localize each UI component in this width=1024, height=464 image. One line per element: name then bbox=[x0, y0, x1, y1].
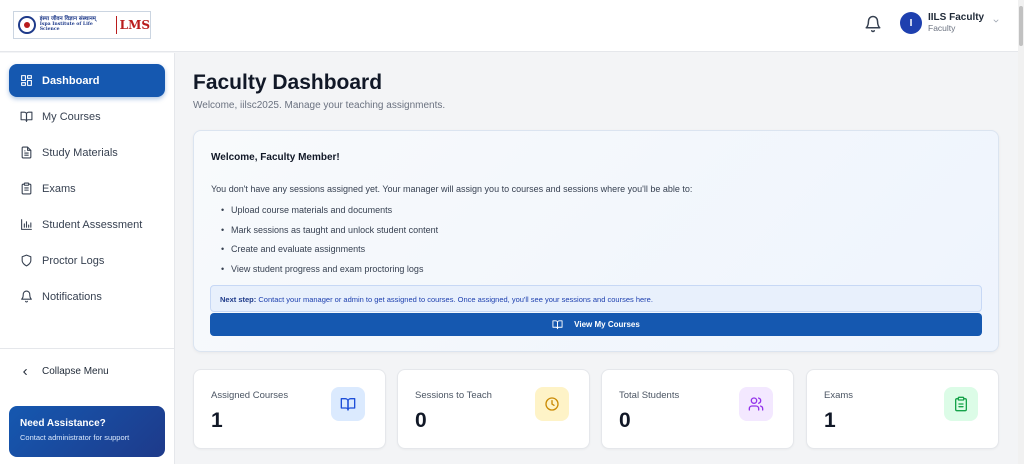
collapse-menu-button[interactable]: Collapse Menu bbox=[20, 366, 109, 377]
sidebar-item-label: Exams bbox=[42, 182, 76, 195]
institute-seal-icon bbox=[18, 16, 36, 34]
clock-icon bbox=[545, 397, 559, 411]
book-open-icon bbox=[552, 320, 563, 330]
clipboard-icon bbox=[21, 182, 32, 195]
stat-value: 1 bbox=[211, 409, 223, 432]
stat-card-assigned-courses[interactable]: Assigned Courses 1 bbox=[193, 369, 386, 449]
list-item: View student progress and exam proctorin… bbox=[221, 264, 438, 284]
file-text-icon bbox=[21, 146, 32, 159]
users-icon bbox=[748, 397, 764, 411]
sidebar-item-notifications[interactable]: Notifications bbox=[9, 280, 165, 313]
welcome-card-title: Welcome, Faculty Member! bbox=[211, 152, 340, 163]
book-open-icon bbox=[20, 111, 33, 122]
next-step-notice: Next step: Contact your manager or admin… bbox=[210, 285, 982, 312]
stat-card-sessions-to-teach[interactable]: Sessions to Teach 0 bbox=[397, 369, 590, 449]
page-title: Faculty Dashboard bbox=[193, 71, 383, 94]
view-my-courses-label: View My Courses bbox=[574, 320, 640, 329]
welcome-card: Welcome, Faculty Member! You don't have … bbox=[193, 130, 999, 352]
logo-lms-text: LMS bbox=[119, 18, 151, 32]
stat-icon-box bbox=[331, 387, 365, 421]
stat-label: Sessions to Teach bbox=[415, 390, 492, 401]
stat-card-total-students[interactable]: Total Students 0 bbox=[601, 369, 794, 449]
next-step-text: Contact your manager or admin to get ass… bbox=[258, 295, 653, 304]
sidebar-item-dashboard[interactable]: Dashboard bbox=[9, 64, 165, 97]
sidebar-item-label: Student Assessment bbox=[42, 218, 143, 231]
logo-english-text: Ispa Institute of Life Science bbox=[39, 22, 93, 32]
logo-divider bbox=[115, 16, 117, 34]
stat-label: Total Students bbox=[619, 390, 680, 401]
stat-label: Assigned Courses bbox=[211, 390, 289, 401]
stat-value: 0 bbox=[415, 409, 427, 432]
assistance-subtitle: Contact administrator for support bbox=[20, 433, 130, 442]
assistance-title: Need Assistance? bbox=[20, 418, 106, 429]
page-subtitle: Welcome, iilsc2025. Manage your teaching… bbox=[193, 100, 446, 111]
shield-icon bbox=[21, 254, 32, 267]
top-header: इंस्पा जीवन विज्ञान संस्थानम् Ispa Insti… bbox=[0, 0, 1018, 52]
sidebar-item-my-courses[interactable]: My Courses bbox=[9, 100, 165, 133]
chevron-down-icon bbox=[993, 19, 999, 23]
bar-chart-icon bbox=[21, 219, 32, 230]
stat-label: Exams bbox=[824, 390, 854, 401]
stat-icon-box bbox=[944, 387, 978, 421]
list-item: Upload course materials and documents bbox=[221, 205, 438, 225]
book-icon bbox=[340, 398, 356, 411]
sidebar-divider bbox=[0, 348, 175, 349]
stat-icon-box bbox=[739, 387, 773, 421]
welcome-card-intro: You don't have any sessions assigned yet… bbox=[211, 184, 693, 194]
stat-value: 1 bbox=[824, 409, 836, 432]
sidebar-item-study-materials[interactable]: Study Materials bbox=[9, 136, 165, 169]
sidebar: Dashboard My Courses Study Materials Exa… bbox=[0, 53, 175, 464]
list-item: Mark sessions as taught and unlock stude… bbox=[221, 225, 438, 245]
notification-bell-icon[interactable] bbox=[864, 15, 882, 33]
stat-value: 0 bbox=[619, 409, 631, 432]
user-role: Faculty bbox=[928, 22, 956, 33]
sidebar-item-exams[interactable]: Exams bbox=[9, 172, 165, 205]
sidebar-item-label: Proctor Logs bbox=[42, 254, 105, 267]
view-my-courses-button[interactable]: View My Courses bbox=[210, 313, 982, 336]
sidebar-item-label: Study Materials bbox=[42, 146, 118, 159]
dashboard-grid-icon bbox=[21, 75, 32, 86]
assistance-card[interactable]: Need Assistance? Contact administrator f… bbox=[9, 406, 165, 457]
sidebar-item-label: My Courses bbox=[42, 110, 101, 123]
capability-list: Upload course materials and documents Ma… bbox=[221, 205, 438, 283]
sidebar-item-proctor-logs[interactable]: Proctor Logs bbox=[9, 244, 165, 277]
stat-icon-box bbox=[535, 387, 569, 421]
stat-card-exams[interactable]: Exams 1 bbox=[806, 369, 999, 449]
page-scrollbar[interactable] bbox=[1018, 0, 1024, 464]
collapse-menu-label: Collapse Menu bbox=[42, 366, 109, 377]
next-step-label: Next step: bbox=[220, 295, 257, 304]
institute-logo[interactable]: इंस्पा जीवन विज्ञान संस्थानम् Ispa Insti… bbox=[13, 11, 151, 39]
clipboard-check-icon bbox=[955, 396, 967, 412]
user-menu[interactable]: I IILS Faculty Faculty bbox=[900, 12, 1000, 34]
sidebar-item-label: Notifications bbox=[42, 290, 102, 303]
list-item: Create and evaluate assignments bbox=[221, 244, 438, 264]
sidebar-item-student-assessment[interactable]: Student Assessment bbox=[9, 208, 165, 241]
scrollbar-thumb[interactable] bbox=[1019, 6, 1023, 46]
sidebar-item-label: Dashboard bbox=[42, 74, 100, 87]
chevron-left-icon bbox=[23, 368, 27, 375]
bell-icon bbox=[21, 290, 32, 303]
avatar: I bbox=[900, 12, 922, 34]
